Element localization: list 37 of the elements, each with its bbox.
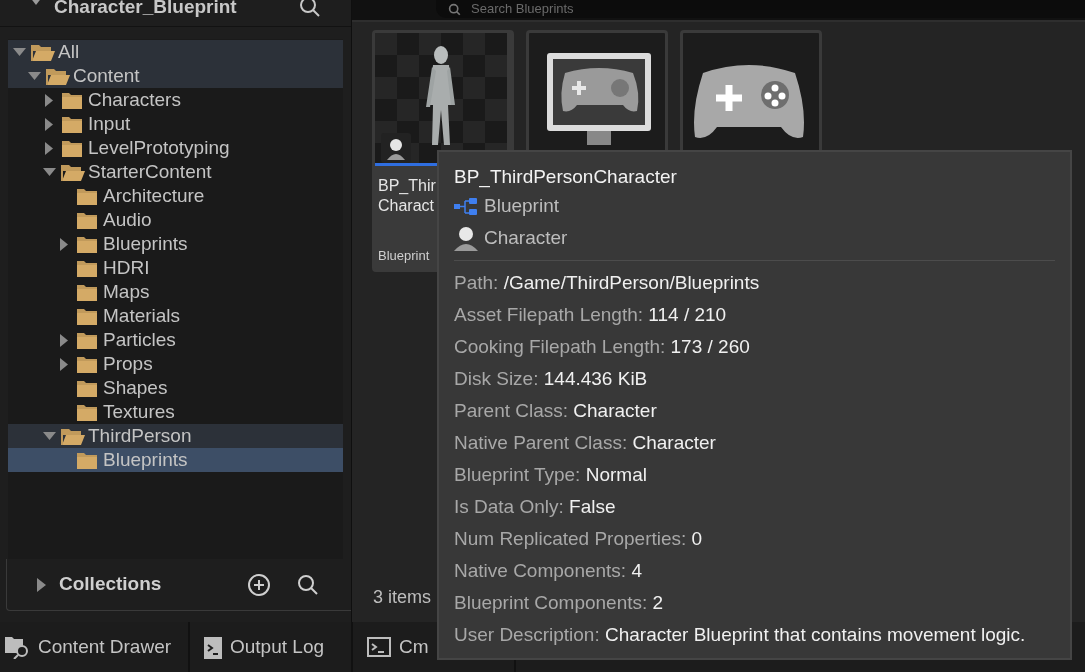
folder-label: Blueprints — [103, 449, 188, 471]
folder-label: Audio — [103, 209, 152, 231]
folder-label: Architecture — [103, 185, 205, 207]
folder-label: LevelPrototyping — [88, 137, 230, 159]
folder-label: Props — [103, 353, 153, 375]
tooltip-property: Is Data Only: False — [454, 495, 616, 519]
tooltip-property: Native Components: 4 — [454, 559, 642, 583]
tooltip-property: Blueprint Type: Normal — [454, 463, 647, 487]
asset-type-label: Blueprint — [484, 193, 559, 218]
folder-label: Blueprints — [103, 233, 188, 255]
tooltip-property: Num Replicated Properties: 0 — [454, 527, 703, 551]
folder-label: Particles — [103, 329, 176, 351]
tooltip-property: Native Parent Class: Character — [454, 431, 716, 455]
item-count: 3 items — [373, 586, 432, 609]
folder-label: StarterContent — [88, 161, 212, 183]
class-label: Character — [484, 225, 568, 250]
asset-type: Blueprint — [377, 247, 431, 265]
folder-label: Input — [88, 113, 131, 135]
asset-name: Charact — [378, 196, 435, 216]
asset-name: BP_Thir — [378, 176, 436, 196]
folder-label: Maps — [103, 281, 150, 303]
tooltip-property: Disk Size: 144.436 KiB — [454, 367, 648, 391]
folder-label: Materials — [103, 305, 181, 327]
folder-label: Content — [73, 65, 140, 87]
tooltip-property: Asset Filepath Length: 114 / 210 — [454, 303, 727, 327]
folder-label: Characters — [88, 89, 181, 111]
tooltip-property: Path: /Game/ThirdPerson/Blueprints — [454, 271, 760, 295]
tooltip-property: Blueprint Components: 2 — [454, 591, 664, 615]
folder-label: ThirdPerson — [88, 425, 192, 447]
folder-label: HDRI — [103, 257, 150, 279]
tooltip-property: Parent Class: Character — [454, 399, 657, 423]
tooltip-property: Cooking Filepath Length: 173 / 260 — [454, 335, 750, 359]
tooltip-title: BP_ThirdPersonCharacter — [454, 165, 677, 190]
folder-label: Textures — [103, 401, 175, 423]
folder-label: Shapes — [103, 377, 168, 399]
folder-label: All — [58, 41, 80, 63]
collections-heading: Collections — [59, 572, 162, 597]
